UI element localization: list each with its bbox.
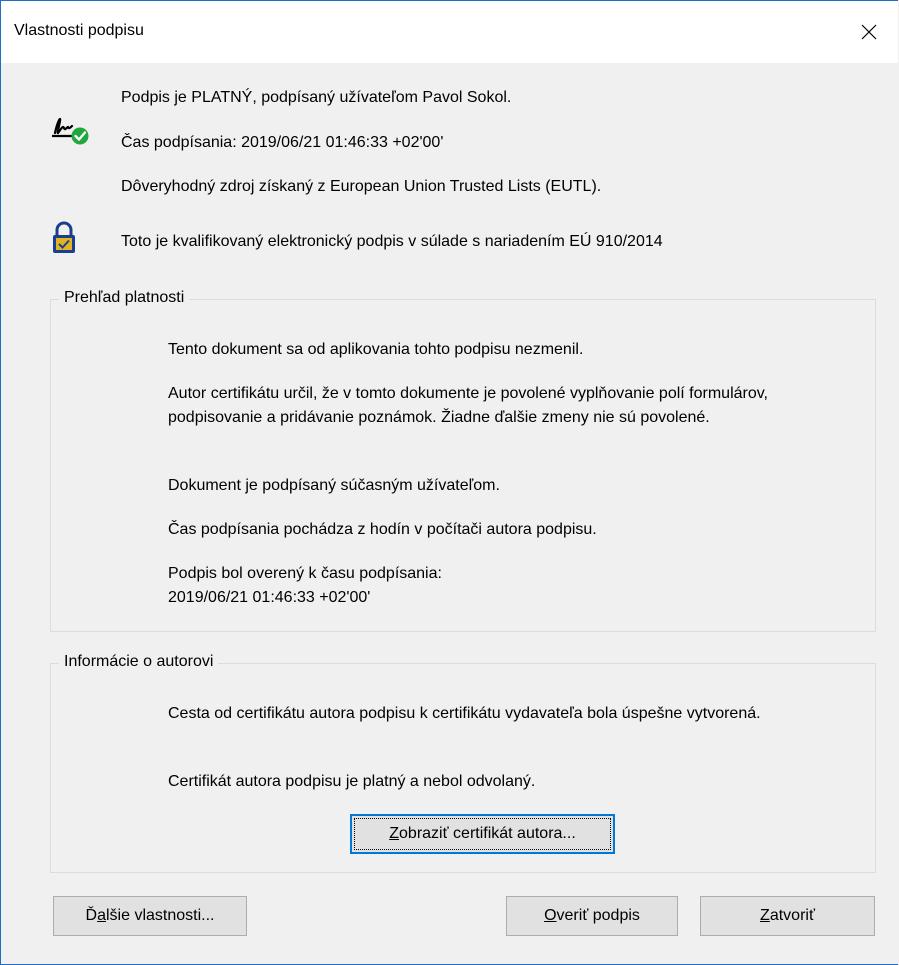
validity-item: Dokument je podpísaný súčasným užívateľo… (168, 477, 500, 494)
close-button[interactable]: Zatvoriť (700, 896, 875, 936)
signature-properties-dialog: Vlastnosti podpisu Podpis je PLATNÝ, pod… (0, 0, 898, 965)
lock-icon (53, 221, 75, 253)
validity-summary-legend: Prehľad platnosti (59, 289, 190, 307)
trusted-source-text: Dôveryhodný zdroj získaný z European Uni… (121, 178, 602, 195)
validity-summary-group: Prehľad platnosti Tento dokument sa od a… (50, 289, 876, 632)
author-info-legend: Informácie o autorovi (59, 653, 219, 671)
window-title: Vlastnosti podpisu (14, 22, 144, 39)
validity-item: Podpis bol overený k času podpísania: (168, 565, 442, 582)
author-item: Cesta od certifikátu autora podpisu k ce… (168, 705, 761, 722)
signature-valid-text: Podpis je PLATNÝ, podpísaný užívateľom P… (121, 89, 512, 106)
title-bar: Vlastnosti podpisu (1, 1, 898, 63)
validity-item: Čas podpísania pochádza z hodín v počíta… (168, 521, 597, 538)
author-item: Certifikát autora podpisu je platný a ne… (168, 773, 536, 790)
validity-item: Tento dokument sa od aplikovania tohto p… (168, 341, 584, 358)
close-window-button[interactable] (840, 1, 898, 63)
author-info-group: Informácie o autorovi Cesta od certifiká… (50, 653, 876, 873)
qualified-signature-text: Toto je kvalifikovaný elektronický podpi… (121, 233, 663, 250)
close-icon (861, 24, 877, 40)
show-author-certificate-button[interactable]: Zobraziť certifikát autora... (350, 814, 615, 854)
more-properties-button[interactable]: Ďalšie vlastnosti... (53, 896, 247, 936)
valid-signature-icon (52, 117, 89, 145)
validity-item: Autor certifikátu určil, že v tomto doku… (168, 385, 768, 426)
signing-time-text: Čas podpísania: 2019/06/21 01:46:33 +02'… (121, 134, 444, 151)
verify-signature-button[interactable]: Overiť podpis (506, 896, 678, 936)
validity-item: 2019/06/21 01:46:33 +02'00' (168, 589, 371, 606)
